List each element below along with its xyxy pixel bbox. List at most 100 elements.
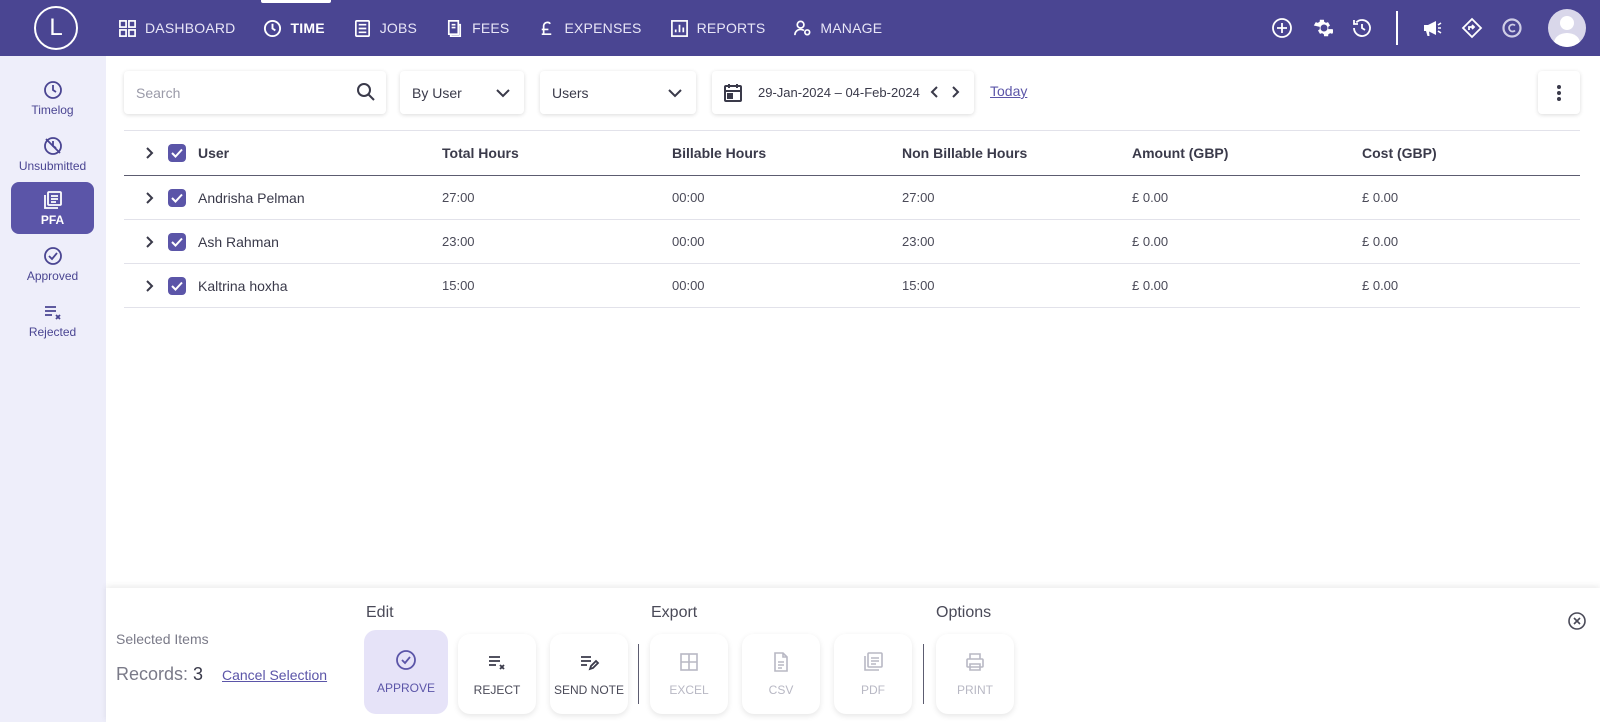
nav-reports[interactable]: REPORTS [670,0,766,56]
col-header-cost[interactable]: Cost (GBP) [1362,145,1562,161]
table-header: User Total Hours Billable Hours Non Bill… [124,130,1580,176]
export-excel-button[interactable]: EXCEL [650,634,728,714]
records-label: Records: [116,664,189,684]
cell-non-billable-hours: 27:00 [902,190,935,205]
app-logo[interactable]: L [34,6,78,50]
announcements-button[interactable] [1420,16,1444,40]
chevron-right-icon [145,235,153,248]
prev-week-button[interactable] [926,83,942,101]
checkmark-icon [171,281,183,291]
more-options-button[interactable] [1538,71,1580,114]
navigate-button[interactable] [1460,16,1484,40]
records-value: 3 [193,664,204,684]
cell-amount: £ 0.00 [1132,190,1169,205]
expand-row-button[interactable] [138,235,160,249]
sidebar-item-unsubmitted[interactable]: Unsubmitted [11,128,94,180]
row-checkbox[interactable] [168,188,186,207]
calendar-icon [724,83,742,102]
send-note-button[interactable]: SEND NOTE [550,634,628,714]
group-divider [638,644,639,704]
selection-action-bar: Selected Items Records: 3 Cancel Selecti… [106,588,1600,722]
nav-time[interactable]: TIME [261,0,332,56]
table-row[interactable]: Andrisha Pelman 27:00 00:00 27:00 £ 0.00… [124,176,1580,220]
search-input[interactable] [136,84,346,101]
col-header-total-hours[interactable]: Total Hours [442,145,672,161]
reject-list-icon [44,305,61,320]
export-csv-button[interactable]: CSV [742,634,820,714]
today-link[interactable]: Today [990,83,1027,99]
sidebar-item-approved[interactable]: Approved [11,238,94,290]
close-icon[interactable] [1566,610,1588,632]
cell-total-hours: 23:00 [442,234,475,249]
send-note-label: SEND NOTE [553,683,624,697]
group-title-options: Options [936,604,992,621]
print-button[interactable]: PRINT [936,634,1014,714]
date-range-picker[interactable]: 29-Jan-2024 – 04-Feb-2024 [712,71,974,114]
history-icon [1353,19,1371,37]
select-all-checkbox[interactable] [168,144,186,162]
document-icon [774,652,788,672]
group-by-value: By User [412,84,462,101]
table-row[interactable]: Kaltrina hoxha 15:00 00:00 15:00 £ 0.00 … [124,264,1580,308]
row-checkbox[interactable] [168,276,186,295]
printer-icon [966,653,984,671]
row-checkbox[interactable] [168,232,186,251]
group-by-select[interactable]: By User [400,71,524,114]
sidebar-item-rejected[interactable]: Rejected [11,294,94,346]
reports-icon [670,19,688,37]
table-grid-icon [680,653,698,671]
nav-dashboard[interactable]: DASHBOARD [118,0,235,56]
col-header-amount[interactable]: Amount (GBP) [1132,145,1362,161]
cancel-selection-link[interactable]: Cancel Selection [222,667,327,683]
cell-total-hours: 27:00 [442,190,475,205]
note-edit-icon [581,656,600,671]
table-row[interactable]: Ash Rahman 23:00 00:00 23:00 £ 0.00 £ 0.… [124,220,1580,264]
expand-all-button[interactable] [138,146,160,160]
group-title-export: Export [651,604,698,621]
users-select[interactable]: Users [540,71,696,114]
expand-row-button[interactable] [138,191,160,205]
export-pdf-button[interactable]: PDF [834,634,912,714]
add-circle-icon [1272,18,1292,38]
nav-jobs[interactable]: JOBS [353,0,417,56]
nav-fees[interactable]: FEES [445,0,509,56]
search-box [124,71,386,114]
approve-button[interactable]: APPROVE [364,630,448,714]
nav-time-label: TIME [290,20,325,36]
group-divider [923,644,924,704]
group-title-edit: Edit [366,604,394,621]
search-icon[interactable] [356,82,376,102]
gear-icon [1313,19,1333,37]
history-button[interactable] [1350,16,1374,40]
sidebar-item-timelog[interactable]: Timelog [11,72,94,124]
sidebar-item-label: Approved [26,268,79,283]
next-week-button[interactable] [948,83,964,101]
c-app-button[interactable] [1500,16,1524,40]
cell-total-hours: 15:00 [442,278,475,293]
add-button[interactable] [1270,16,1294,40]
pfa-icon [43,190,62,209]
col-header-billable-hours[interactable]: Billable Hours [672,145,902,161]
nav-manage[interactable]: MANAGE [793,0,882,56]
col-header-user[interactable]: User [198,145,442,161]
reject-button[interactable]: REJECT [458,634,536,714]
fees-icon [448,19,462,37]
date-nav [926,83,964,101]
cell-cost: £ 0.00 [1362,190,1399,205]
user-avatar[interactable] [1548,9,1586,47]
cell-user: Kaltrina hoxha [198,277,288,294]
settings-button[interactable] [1310,16,1334,40]
cell-cost: £ 0.00 [1362,278,1399,293]
sidebar-item-label: Rejected [28,324,77,339]
col-header-non-billable-hours[interactable]: Non Billable Hours [902,145,1132,161]
nav-expenses-label: EXPENSES [564,20,642,36]
check-circle-icon [396,650,416,670]
sidebar-item-pfa[interactable]: PFA [11,182,94,234]
clock-icon [264,19,282,37]
nav-expenses[interactable]: EXPENSES [537,0,641,56]
pdf-label: PDF [861,683,885,697]
checkmark-icon [171,148,183,158]
top-navbar: L DASHBOARD TIME JOBS FEES EXPENSES REPO… [0,0,1600,56]
expand-row-button[interactable] [138,279,160,293]
reject-label: REJECT [473,683,521,697]
